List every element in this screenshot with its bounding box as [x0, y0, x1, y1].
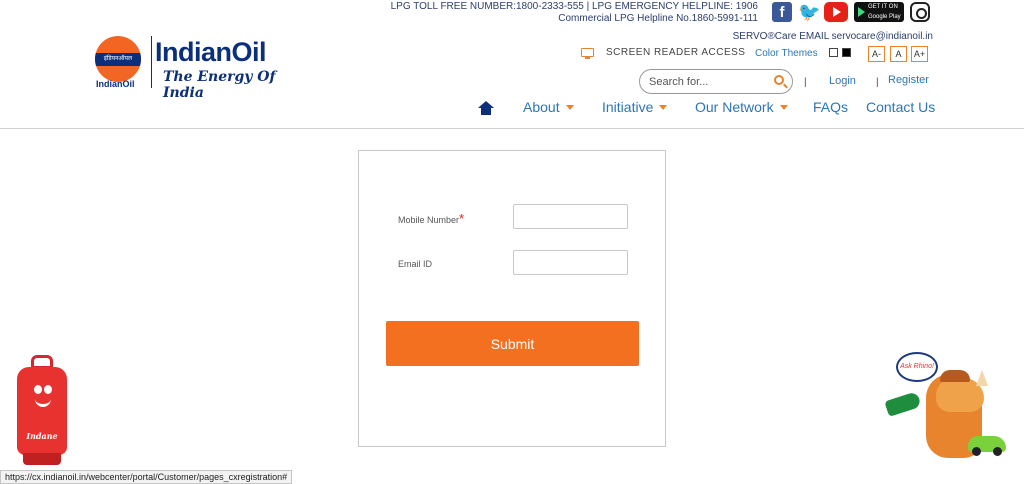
nav-initiative-label: Initiative — [602, 99, 654, 115]
search-input[interactable] — [649, 73, 767, 90]
brand-tagline: The Energy Of India — [163, 69, 276, 101]
mobile-number-field[interactable] — [513, 204, 628, 229]
facebook-icon[interactable]: f — [772, 2, 792, 22]
mascot-eye — [44, 385, 52, 394]
indane-cylinder-mascot: Indane — [17, 355, 67, 467]
search-box — [639, 69, 793, 94]
site-header: इंडियनऑयल IndianOil IndianOil The Energy… — [0, 0, 1024, 129]
car-icon — [968, 436, 1006, 456]
font-decrease-button[interactable]: A- — [868, 46, 885, 62]
home-icon[interactable] — [478, 101, 494, 115]
lpg-helpline-text: LPG TOLL FREE NUMBER:1800-2333-555 | LPG… — [390, 1, 758, 12]
fuel-nozzle-icon — [884, 391, 922, 417]
chevron-down-icon — [659, 105, 668, 110]
indane-label: Indane — [26, 431, 58, 441]
nav-initiative[interactable]: Initiative — [602, 99, 668, 117]
google-play-icon[interactable]: GET IT ON Google Play — [854, 2, 904, 22]
separator: | — [876, 77, 879, 88]
mascot-eye — [34, 385, 42, 394]
theme-white-swatch[interactable] — [829, 48, 838, 57]
theme-black-swatch[interactable] — [842, 48, 851, 57]
instagram-icon[interactable] — [910, 2, 930, 22]
nav-about-label: About — [523, 99, 560, 115]
register-link[interactable]: Register — [888, 74, 929, 86]
emblem-caption: IndianOil — [96, 79, 135, 89]
indianoil-logo[interactable]: इंडियनऑयल IndianOil IndianOil The Energy… — [95, 36, 295, 101]
logo-divider — [151, 36, 152, 88]
browser-status-url: https://cx.indianoil.in/webcenter/portal… — [0, 470, 293, 484]
nav-about[interactable]: About — [523, 99, 574, 117]
emblem-text: इंडियनऑयल — [103, 56, 133, 62]
nav-faqs[interactable]: FAQs — [813, 99, 848, 117]
search-icon[interactable] — [774, 75, 784, 85]
chevron-down-icon — [779, 105, 788, 110]
ask-rhino-chatbot[interactable]: Ask Rhino! — [884, 352, 1009, 464]
font-reset-button[interactable]: A — [890, 46, 907, 62]
email-id-field[interactable] — [513, 250, 628, 275]
font-increase-button[interactable]: A+ — [911, 46, 928, 62]
screen-reader-access-link[interactable]: SCREEN READER ACCESS — [606, 47, 745, 58]
cylinder-body — [17, 367, 67, 455]
servo-care-email: SERVO®Care EMAIL servocare@indianoil.in — [732, 31, 933, 42]
registration-form: Mobile Number* Email ID Submit — [358, 150, 666, 447]
twitter-icon[interactable]: 🐦 — [798, 2, 820, 22]
email-id-label: Email ID — [398, 259, 433, 269]
helpline-info: LPG TOLL FREE NUMBER:1800-2333-555 | LPG… — [391, 1, 758, 25]
color-themes-label: Color Themes — [755, 48, 818, 59]
chevron-down-icon — [565, 105, 574, 110]
submit-button[interactable]: Submit — [386, 321, 639, 366]
youtube-icon[interactable] — [824, 2, 848, 22]
monitor-icon — [581, 48, 594, 59]
speech-bubble: Ask Rhino! — [896, 352, 938, 382]
rhino-cap — [940, 370, 970, 382]
separator: | — [804, 77, 807, 88]
mobile-number-label-text: Mobile Number — [398, 215, 460, 225]
mobile-number-label: Mobile Number* — [398, 211, 464, 226]
nav-our-network[interactable]: Our Network — [695, 99, 788, 117]
nav-contact-us[interactable]: Contact Us — [866, 99, 935, 117]
nav-our-network-label: Our Network — [695, 99, 774, 115]
rhino-horn — [976, 370, 988, 386]
required-asterisk: * — [459, 211, 465, 226]
cylinder-base — [23, 453, 61, 465]
commercial-helpline-text: Commercial LPG Helpline No.1860-5991-111 — [558, 13, 758, 24]
indianoil-emblem: इंडियनऑयल — [95, 36, 141, 82]
brand-name: IndianOil — [155, 37, 267, 67]
login-link[interactable]: Login — [829, 75, 856, 87]
